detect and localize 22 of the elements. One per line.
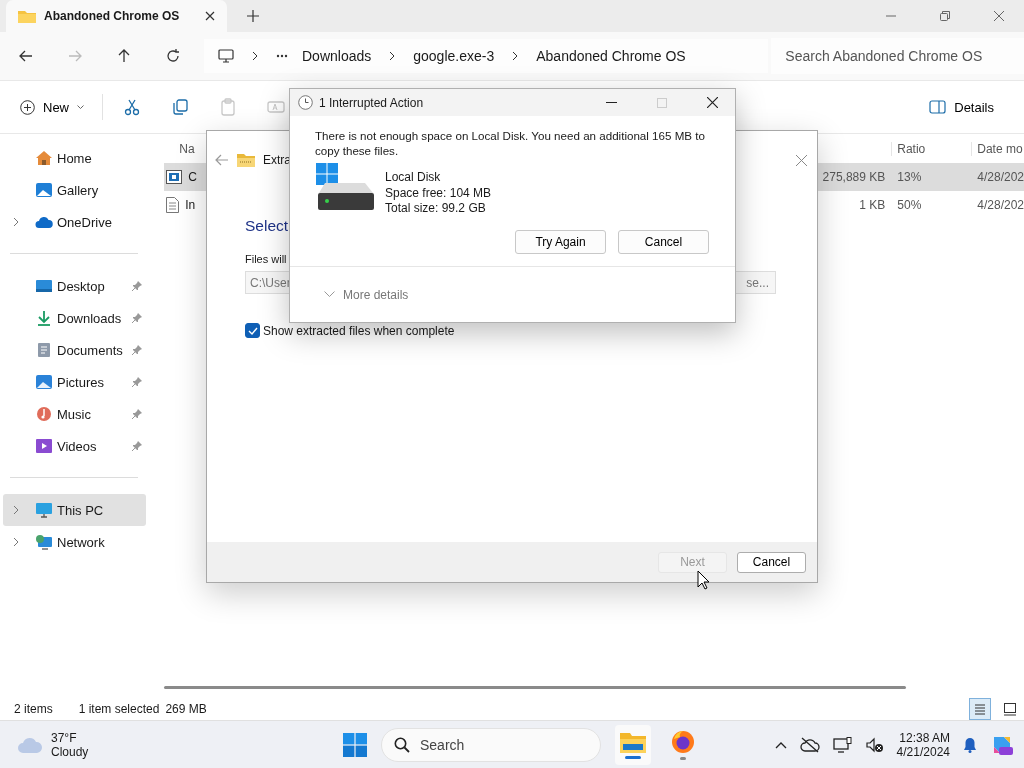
weather-condition: Cloudy xyxy=(51,745,89,759)
file-date: 4/28/202 xyxy=(976,170,1024,184)
dialog-heading: Select xyxy=(245,217,290,235)
file-size: 1 KB xyxy=(859,198,887,212)
file-ratio: 50% xyxy=(896,198,923,212)
selection-size: 269 MB xyxy=(165,701,207,716)
file-name: In xyxy=(185,198,196,212)
checkbox-label: Show extracted files when complete xyxy=(263,323,455,338)
file-ratio: 13% xyxy=(896,170,923,184)
item-count: 2 items xyxy=(14,701,53,716)
drive-name: Local Disk xyxy=(385,170,442,186)
temperature: 37°F xyxy=(51,731,78,745)
free-space: Space free: 104 MB xyxy=(385,185,492,201)
file-date: 4/28/202 xyxy=(976,198,1024,212)
total-size: Total size: 99.2 GB xyxy=(385,201,487,217)
file-name: C xyxy=(188,170,197,184)
window-title: 1 Interrupted Action xyxy=(319,95,424,110)
field-label: Files will xyxy=(245,253,288,265)
selection-info: 1 item selected xyxy=(78,701,160,716)
file-size: 275,889 KB xyxy=(822,170,887,184)
tab-title: Abandoned Chrome OS xyxy=(44,9,181,23)
error-message: There is not enough space on Local Disk. You need an additional 165 MB to copy these files. xyxy=(315,128,706,158)
